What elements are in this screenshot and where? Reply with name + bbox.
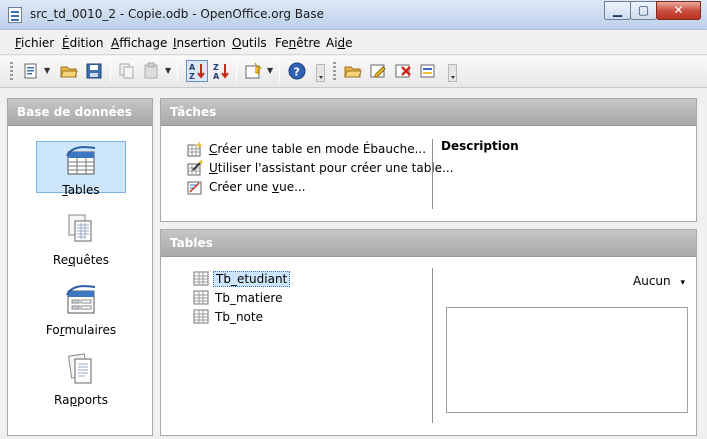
preview-mode-dropdown[interactable]: Aucun ▾	[633, 274, 685, 288]
title-bar[interactable]: src_td_0010_2 - Copie.odb - OpenOffice.o…	[0, 0, 707, 30]
database-panel: Base de données Tables Requêtes Formulai…	[7, 98, 153, 436]
tables-panel: Tables Tb_etudiant Tb_matiere Tb_note Au…	[160, 229, 697, 436]
tables-icon	[66, 146, 96, 175]
left-item-tables[interactable]: Tables	[36, 141, 126, 197]
paste-icon[interactable]	[142, 62, 160, 80]
table-icon	[193, 309, 209, 324]
save-icon[interactable]	[85, 62, 103, 80]
close-icon: ✕	[673, 3, 684, 17]
create-view-icon	[187, 181, 202, 195]
menu-insertion[interactable]: Insertion	[173, 36, 226, 50]
left-item-label: Tables	[62, 183, 100, 197]
tasks-panel: Tâches Créer une table en mode Ébauche..…	[160, 98, 697, 222]
open-folder-icon[interactable]	[60, 62, 78, 80]
edit-table-icon[interactable]	[369, 62, 387, 80]
table-name: Tb_etudiant	[213, 271, 291, 287]
tables-divider	[432, 268, 433, 423]
delete-table-icon[interactable]	[394, 62, 412, 80]
help-icon[interactable]: ?	[288, 62, 306, 80]
rename-table-icon[interactable]	[419, 62, 437, 80]
svg-text:A: A	[189, 63, 196, 72]
toolbar-separator	[110, 62, 111, 82]
maximize-button[interactable]: ▢	[630, 1, 657, 20]
sort-ascending-icon[interactable]: AZ	[186, 60, 208, 82]
menu-fenetre[interactable]: Fenêtre	[275, 36, 320, 50]
tasks-panel-header: Tâches	[161, 99, 696, 126]
svg-text:Z: Z	[213, 63, 219, 72]
base-document-icon	[8, 7, 22, 23]
new-table-design-icon	[187, 141, 203, 157]
table-wizard-icon	[187, 160, 203, 176]
task-label: Créer une table en mode Ébauche...	[209, 142, 427, 156]
svg-text:A: A	[213, 72, 220, 80]
database-panel-header: Base de données	[8, 99, 152, 126]
left-item-label: Requêtes	[52, 253, 110, 267]
toolbar-overflow-button[interactable]	[448, 64, 457, 82]
maximize-icon: ▢	[637, 3, 650, 17]
chevron-down-icon: ▾	[680, 278, 685, 288]
forms-icon	[66, 285, 96, 314]
toolbar-grip[interactable]	[10, 62, 13, 82]
menu-aide[interactable]: Aide	[326, 36, 353, 50]
table-icon	[193, 271, 209, 286]
toolbar-separator	[236, 62, 237, 82]
reports-icon	[67, 353, 92, 384]
queries-icon	[68, 214, 92, 242]
svg-text:Z: Z	[189, 72, 195, 81]
new-document-icon[interactable]	[22, 62, 40, 80]
toolbar-separator	[177, 62, 178, 82]
new-form-icon[interactable]	[244, 62, 262, 80]
minimize-button[interactable]: ▁	[604, 1, 631, 20]
task-label: Créer une vue...	[209, 180, 306, 194]
description-label: Description	[441, 139, 519, 153]
menu-outils[interactable]: Outils	[232, 36, 267, 50]
menu-affichage[interactable]: Affichage	[111, 36, 167, 50]
window-title: src_td_0010_2 - Copie.odb - OpenOffice.o…	[30, 7, 324, 21]
menu-edition[interactable]: Édition	[62, 36, 104, 50]
table-name: Tb_note	[215, 310, 263, 324]
svg-text:?: ?	[294, 66, 300, 79]
preview-mode-value: Aucun	[633, 274, 671, 288]
toolbar-separator	[279, 62, 280, 82]
left-item-formulaires[interactable]: Formulaires	[36, 283, 126, 337]
left-item-label: Formulaires	[45, 323, 117, 337]
minimize-icon: ▁	[612, 3, 623, 17]
toolbar-grip[interactable]	[333, 62, 336, 82]
toolbar-overflow-button[interactable]	[316, 64, 325, 82]
window-controls: ▁ ▢ ✕	[604, 1, 701, 20]
left-item-rapports[interactable]: Rapports	[36, 353, 126, 407]
close-button[interactable]: ✕	[656, 1, 701, 20]
preview-area	[446, 307, 688, 413]
new-form-dropdown-icon[interactable]: ▼	[267, 66, 273, 75]
menu-bar: Fichier Édition Affichage Insertion Outi…	[0, 31, 707, 55]
open-table-icon[interactable]	[344, 62, 362, 80]
table-name: Tb_matiere	[215, 291, 283, 305]
new-dropdown-icon[interactable]: ▼	[44, 66, 50, 75]
sort-descending-icon[interactable]: ZA	[212, 62, 230, 80]
paste-dropdown-icon[interactable]: ▼	[165, 66, 171, 75]
copy-icon[interactable]	[118, 62, 136, 80]
standard-toolbar: ▼ ▼ AZ ZA ▼ ?	[0, 56, 707, 88]
menu-fichier[interactable]: Fichier	[15, 36, 54, 50]
tasks-divider	[432, 139, 433, 209]
left-item-requetes[interactable]: Requêtes	[36, 213, 126, 267]
left-item-label: Rapports	[54, 393, 108, 407]
task-label: Utiliser l'assistant pour créer une tabl…	[209, 161, 454, 175]
tables-panel-header: Tables	[161, 230, 696, 257]
table-icon	[193, 290, 209, 305]
